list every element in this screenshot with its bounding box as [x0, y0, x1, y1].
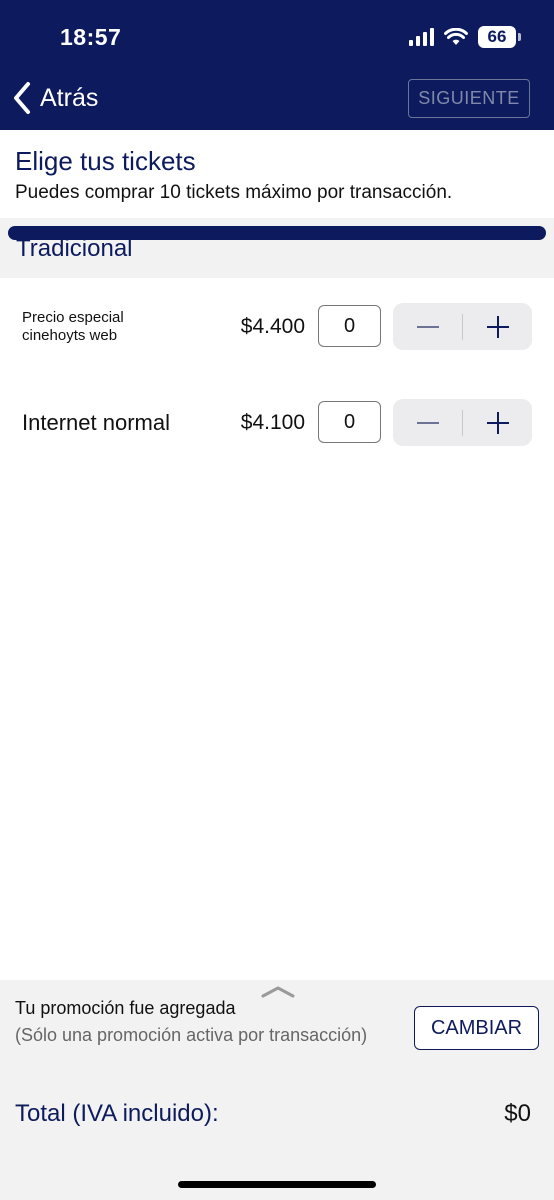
page-subtitle: Puedes comprar 10 tickets máximo por tra…: [15, 182, 453, 203]
promo-title: Tu promoción fue agregada: [15, 998, 236, 1018]
promo-note: (Sólo una promoción activa por transacci…: [15, 1025, 368, 1045]
chevron-up-icon[interactable]: [260, 984, 296, 998]
next-button[interactable]: SIGUIENTE: [408, 79, 530, 118]
increment-button[interactable]: [463, 303, 532, 350]
total-label: Total (IVA incluido):: [15, 1100, 219, 1127]
increment-button[interactable]: [463, 399, 532, 446]
page-title: Elige tus tickets: [15, 146, 196, 176]
ticket-price: $4.100: [240, 411, 305, 434]
ticket-name: Precio especial cinehoyts web: [22, 309, 124, 345]
app-header: 18:57 66 Atrás SIGUIENTE: [0, 0, 554, 130]
total-value: $0: [504, 1100, 531, 1127]
category-header: Tradicional: [0, 218, 554, 278]
back-label: Atrás: [40, 83, 99, 112]
minus-icon: [416, 421, 439, 424]
home-indicator[interactable]: [178, 1181, 376, 1188]
quantity-stepper: [393, 303, 532, 350]
decrement-button[interactable]: [393, 399, 462, 446]
decrement-button[interactable]: [393, 303, 462, 350]
quantity-stepper: [393, 399, 532, 446]
ticket-name-line2: cinehoyts web: [22, 327, 118, 344]
quantity-field[interactable]: 0: [318, 401, 381, 443]
chevron-left-icon: [14, 82, 30, 114]
cellular-signal-icon: [409, 28, 434, 46]
plus-icon: [486, 315, 509, 338]
ticket-name: Internet normal: [22, 410, 170, 435]
battery-icon: 66: [478, 26, 521, 48]
ticket-name-line1: Precio especial: [22, 309, 124, 326]
summary-panel: Tu promoción fue agregada (Sólo una prom…: [0, 980, 554, 1200]
back-button[interactable]: Atrás: [12, 80, 98, 116]
plus-icon: [486, 411, 509, 434]
ticket-row-precio-especial: Precio especial cinehoyts web $4.400 0: [0, 296, 554, 356]
status-time: 18:57: [60, 24, 122, 50]
category-scroll-bar: [8, 226, 546, 240]
change-promo-button[interactable]: CAMBIAR: [414, 1006, 539, 1050]
status-icons: 66: [409, 26, 521, 48]
quantity-field[interactable]: 0: [318, 305, 381, 347]
ticket-price: $4.400: [240, 315, 305, 338]
ticket-row-internet-normal: Internet normal $4.100 0: [0, 393, 554, 453]
minus-icon: [416, 325, 439, 328]
wifi-icon: [444, 28, 468, 45]
